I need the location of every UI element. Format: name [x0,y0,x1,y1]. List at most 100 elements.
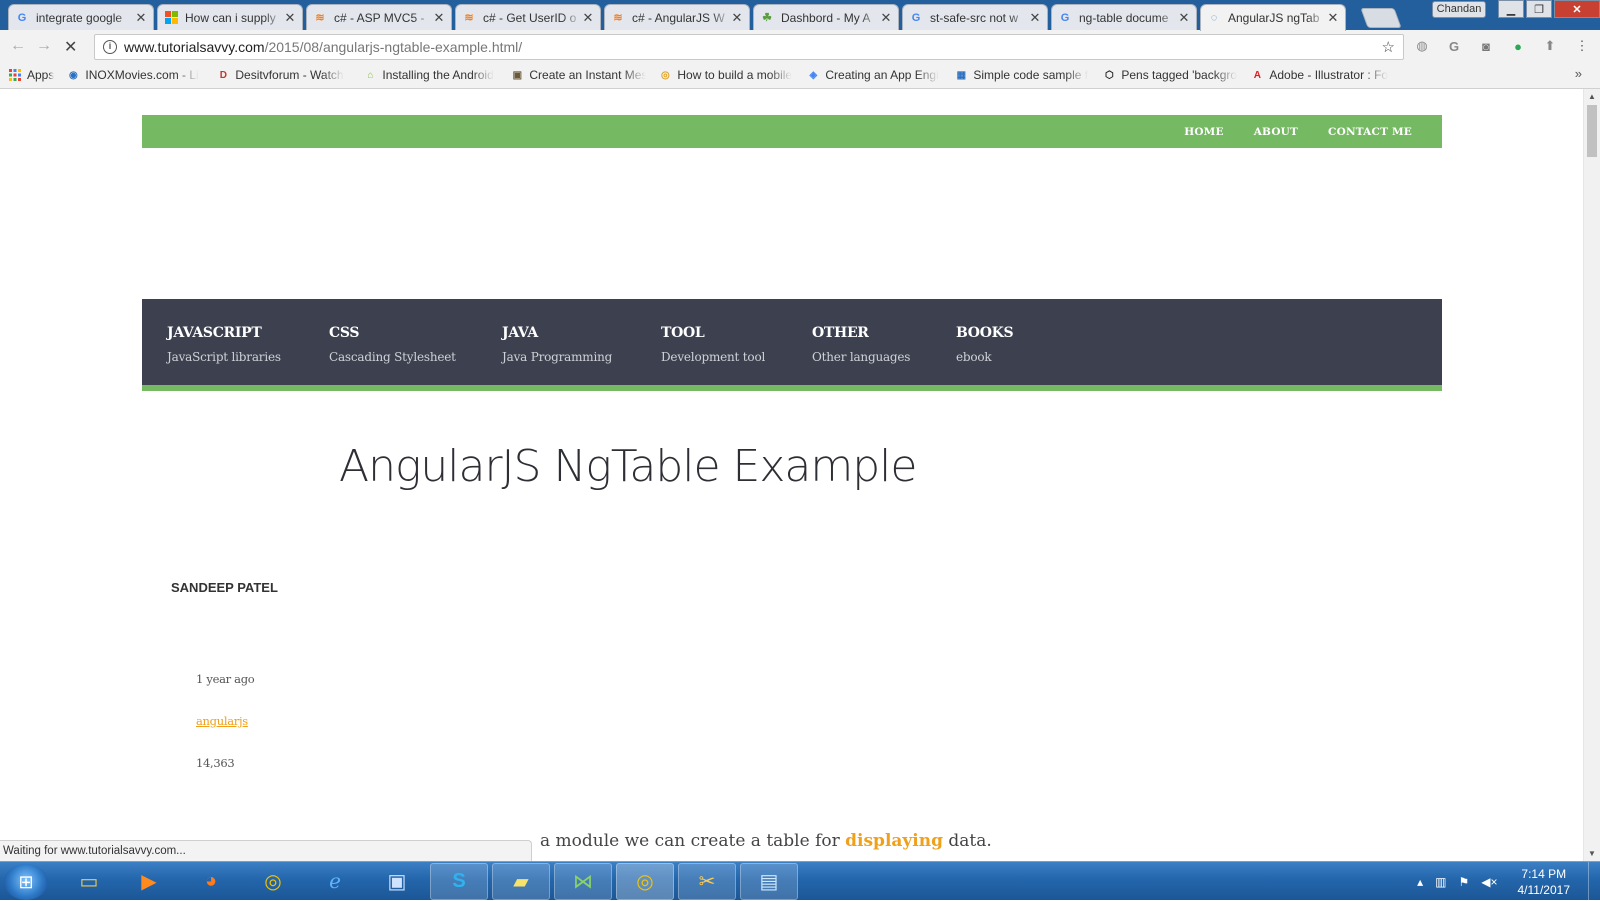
globe-extension-icon[interactable]: ◍ [1414,38,1430,54]
category-other[interactable]: OTHER Other languages [812,325,910,364]
new-tab-button[interactable] [1360,8,1402,28]
browser-tab-active[interactable]: ◌ AngularJS ngTab ✕ [1200,4,1346,31]
close-icon[interactable]: ✕ [135,10,147,26]
back-icon[interactable]: ← [10,37,26,55]
bookmark-label: INOXMovies.com - Li [85,68,199,82]
nav-about-link[interactable]: ABOUT [1254,126,1298,138]
scrollbar-thumb[interactable] [1587,105,1597,157]
firefox-icon[interactable]: ◕ [182,863,240,900]
close-icon[interactable]: ✕ [582,10,594,26]
category-nav: JAVASCRIPT JavaScript libraries CSS Casc… [142,299,1442,391]
bookmark-star-icon[interactable]: ☆ [1382,38,1395,56]
window-controls: ▁ ❐ ✕ [1498,0,1600,18]
browser-tab[interactable]: ☘ Dashbord - My A ✕ [753,4,899,30]
bookmark-item[interactable]: ◉ INOXMovies.com - Li [66,68,204,82]
address-bar[interactable]: i www.tutorialsavvy.com/2015/08/angularj… [94,34,1404,60]
bookmark-item[interactable]: A Adobe - Illustrator : Fo [1250,68,1392,82]
windows-taskbar: ⊞ ▭ ▶ ◕ ◎ ℯ ▣ S ▰ ⋈ ◎ ✂ ▤ ▴ ▥ ⚑ ◀× 7:14 … [0,861,1600,901]
menu-icon[interactable]: ⋮ [1574,38,1590,54]
tab-title: integrate google [36,10,123,25]
bookmark-apps[interactable]: Apps [8,68,54,82]
category-desc: Java Programming [502,350,613,364]
clock[interactable]: 7:14 PM 4/11/2017 [1518,866,1571,898]
start-button[interactable]: ⊞ [4,864,48,900]
show-hidden-icons-icon[interactable]: ▴ [1417,875,1423,889]
stop-loading-icon[interactable]: ✕ [64,37,77,57]
dashboard-icon: ☘ [762,12,772,24]
close-icon[interactable]: ✕ [880,10,892,26]
url-text[interactable]: www.tutorialsavvy.com/2015/08/angularjs-… [124,39,522,55]
stackoverflow-icon: ≋ [464,12,474,24]
category-desc: JavaScript libraries [167,350,281,364]
close-icon[interactable]: ✕ [284,10,296,26]
action-center-icon[interactable]: ⚑ [1458,875,1469,889]
close-icon[interactable]: ✕ [1029,10,1041,26]
post-author[interactable]: SANDEEP PATEL [171,580,278,595]
show-desktop-button[interactable] [1588,862,1600,901]
volume-muted-icon[interactable]: ◀× [1481,875,1497,889]
category-name: TOOL [661,325,705,341]
intro-highlight-link[interactable]: displaying [845,831,943,851]
bookmark-label: Pens tagged 'backgro [1121,68,1238,82]
microsoft-icon [164,11,178,25]
grammarly-extension-icon[interactable]: ● [1510,38,1526,54]
stackoverflow-icon: ≋ [613,12,623,24]
category-css[interactable]: CSS Cascading Stylesheet [329,325,456,364]
close-icon[interactable]: ✕ [731,10,743,26]
nav-home-link[interactable]: HOME [1184,126,1224,138]
network-tray-icon[interactable]: ▥ [1435,875,1446,889]
network-icon[interactable]: ▣ [368,863,426,900]
notepad-icon[interactable]: ▤ [740,863,798,900]
bookmark-item[interactable]: D Desitvforum - Watch [216,68,351,82]
bookmark-item[interactable]: ▦ Simple code sample f [954,68,1090,82]
close-window-button[interactable]: ✕ [1554,0,1600,18]
post-tag-link[interactable]: angularjs [196,714,248,728]
page-scrollbar[interactable]: ▲ ▼ [1583,89,1600,861]
close-icon[interactable]: ✕ [433,10,445,26]
chrome-icon[interactable]: ◎ [244,863,302,900]
browser-tab[interactable]: ≋ c# - Get UserID o ✕ [455,4,601,30]
grammar-extension-icon[interactable]: G [1446,38,1462,54]
category-books[interactable]: BOOKS ebook [956,325,1014,364]
ie-icon[interactable]: ℯ [306,863,364,900]
restore-button[interactable]: ❐ [1526,0,1552,18]
media-player-icon[interactable]: ▶ [120,863,178,900]
system-tray: ▴ ▥ ⚑ ◀× 7:14 PM 4/11/2017 [1417,862,1600,901]
scroll-up-icon[interactable]: ▲ [1588,92,1596,101]
browser-tab[interactable]: G ng-table docume ✕ [1051,4,1197,30]
category-tool[interactable]: TOOL Development tool [661,325,765,364]
info-icon[interactable]: i [103,40,117,54]
explorer-icon[interactable]: ▭ [60,863,118,900]
camera-extension-icon[interactable]: ◙ [1478,38,1494,54]
extension-icon[interactable]: ⬆ [1542,38,1558,54]
scroll-down-icon[interactable]: ▼ [1588,849,1596,858]
minimize-button[interactable]: ▁ [1498,0,1524,18]
loading-icon: ◌ [1210,12,1218,24]
visual-studio-icon[interactable]: ⋈ [554,863,612,900]
nav-contact-link[interactable]: CONTACT ME [1328,126,1412,138]
browser-tab[interactable]: G st-safe-src not w ✕ [902,4,1048,30]
category-java[interactable]: JAVA Java Programming [502,325,612,364]
bookmark-item[interactable]: ▣ Create an Instant Mes [510,68,647,82]
browser-tab[interactable]: How can i supply ✕ [157,4,303,30]
forward-icon[interactable]: → [36,37,52,55]
close-icon[interactable]: ✕ [1327,10,1339,26]
chevron-right-icon[interactable]: » [1575,66,1582,81]
profile-button[interactable]: Chandan [1432,1,1486,18]
chrome-icon[interactable]: ◎ [616,863,674,900]
globe-icon: ◉ [68,69,78,81]
skype-icon[interactable]: S [430,863,488,900]
bookmark-label: Desitvforum - Watch [235,68,344,82]
browser-tab[interactable]: G integrate google ✕ [8,4,154,30]
browser-tab[interactable]: ≋ c# - ASP MVC5 - ✕ [306,4,452,30]
close-icon[interactable]: ✕ [1178,10,1190,26]
bookmark-item[interactable]: ⌂ Installing the Android [363,68,498,82]
category-javascript[interactable]: JAVASCRIPT JavaScript libraries [167,325,281,364]
bookmark-item[interactable]: ⬡ Pens tagged 'backgro [1102,68,1238,82]
bookmark-item[interactable]: ◎ How to build a mobile [658,68,794,82]
page-viewport: HOME ABOUT CONTACT ME JAVASCRIPT JavaScr… [0,89,1583,861]
browser-tab[interactable]: ≋ c# - AngularJS W ✕ [604,4,750,30]
sticky-notes-icon[interactable]: ▰ [492,863,550,900]
bookmark-item[interactable]: ◈ Creating an App Engi [806,68,942,82]
snipping-tool-icon[interactable]: ✂ [678,863,736,900]
